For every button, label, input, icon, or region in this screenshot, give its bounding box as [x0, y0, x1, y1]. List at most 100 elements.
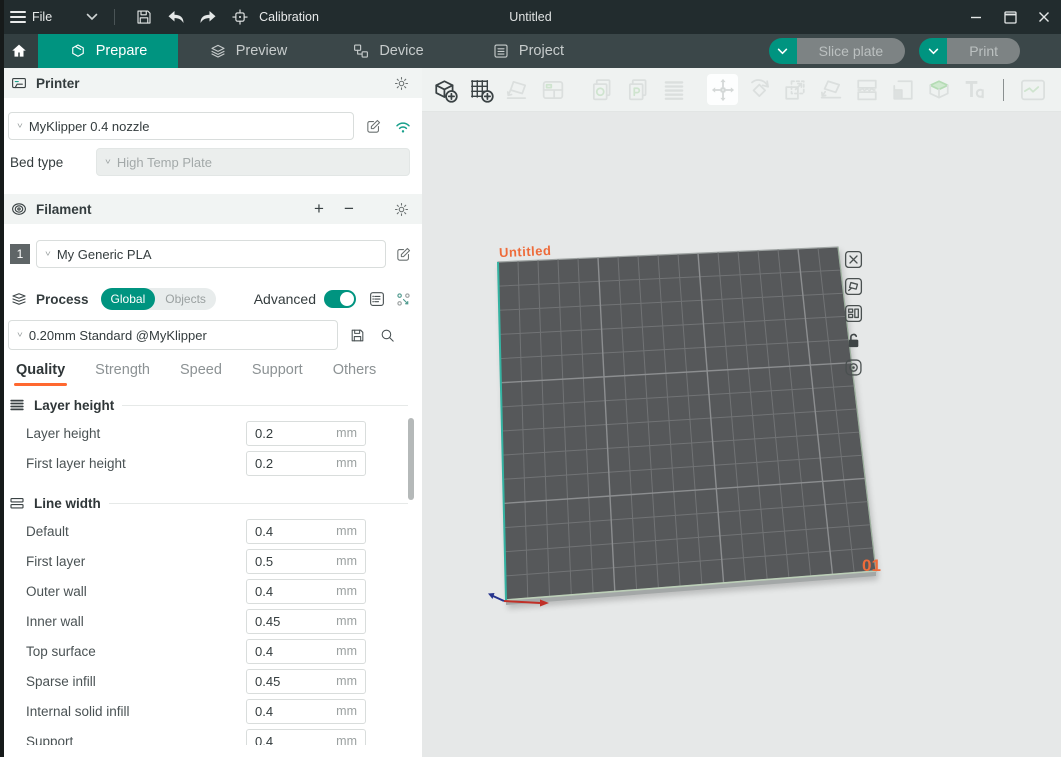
advanced-toggle[interactable]	[324, 290, 356, 308]
menu-icon[interactable]	[10, 11, 26, 23]
setting-row-inner-wall: Inner wall 0.45 mm	[0, 606, 422, 636]
delete-plate-button[interactable]	[843, 249, 864, 270]
file-menu[interactable]: File	[32, 10, 52, 24]
move-tool-button[interactable]	[707, 74, 738, 105]
tab-strength[interactable]: Strength	[95, 362, 150, 386]
filament-settings-button[interactable]	[390, 198, 412, 220]
arrange-button[interactable]	[537, 74, 568, 105]
setting-row-sparse-infill: Sparse infill 0.45 mm	[0, 666, 422, 696]
orient-plate-button[interactable]	[843, 276, 864, 297]
support-line-width-input[interactable]: 0.4 mm	[246, 729, 366, 746]
save-button[interactable]	[131, 4, 157, 30]
slice-plate-split-button: Slice plate	[769, 38, 906, 64]
seam-painting-button[interactable]	[1017, 74, 1048, 105]
rotate-tool-button[interactable]	[743, 74, 774, 105]
printer-section-header: Printer	[0, 68, 422, 98]
edit-filament-button[interactable]	[392, 243, 414, 265]
home-icon	[10, 42, 28, 60]
advanced-label: Advanced	[254, 291, 316, 307]
viewport-toolbar	[422, 68, 1061, 112]
close-button[interactable]	[1027, 0, 1061, 34]
print-button[interactable]: Print	[947, 38, 1020, 64]
edit-icon	[365, 118, 382, 135]
tab-speed[interactable]: Speed	[180, 362, 222, 386]
gear-icon	[393, 201, 410, 218]
search-settings-button[interactable]	[376, 324, 398, 346]
prepare-icon	[69, 42, 87, 60]
calibration-icon[interactable]	[227, 4, 253, 30]
undo-button[interactable]	[163, 4, 189, 30]
tab-prepare[interactable]: Prepare	[38, 34, 178, 68]
auto-orient-button[interactable]	[501, 74, 532, 105]
top-surface-line-width-input[interactable]: 0.4 mm	[246, 639, 366, 664]
print-split-button: Print	[919, 38, 1020, 64]
file-menu-chevron-icon[interactable]	[86, 13, 98, 21]
filament-icon	[10, 200, 28, 218]
text-tool-button[interactable]	[959, 74, 990, 105]
first-layer-line-width-input[interactable]: 0.5 mm	[246, 549, 366, 574]
outer-wall-line-width-input[interactable]: 0.4 mm	[246, 579, 366, 604]
3d-canvas[interactable]: Untitled 01	[422, 112, 1061, 757]
internal-solid-infill-line-width-input[interactable]: 0.4 mm	[246, 699, 366, 724]
tab-project[interactable]: Project	[458, 34, 598, 68]
printer-connection-button[interactable]	[392, 115, 414, 137]
printer-settings-button[interactable]	[390, 72, 412, 94]
tab-support[interactable]: Support	[252, 362, 303, 386]
lock-plate-button[interactable]	[843, 330, 864, 351]
line-width-icon	[8, 496, 26, 510]
home-button[interactable]	[0, 34, 38, 68]
plate-toolbar	[843, 249, 864, 378]
plate-settings-button[interactable]	[843, 357, 864, 378]
search-icon	[379, 327, 396, 344]
scale-tool-button[interactable]	[779, 74, 810, 105]
bed-type-select[interactable]: ˅High Temp Plate	[96, 148, 410, 176]
redo-button[interactable]	[195, 4, 221, 30]
edit-printer-button[interactable]	[362, 115, 384, 137]
print-dropdown-button[interactable]	[919, 38, 947, 64]
sparse-infill-line-width-input[interactable]: 0.45 mm	[246, 669, 366, 694]
paint-support-button[interactable]	[923, 74, 954, 105]
default-line-width-input[interactable]: 0.4 mm	[246, 519, 366, 544]
compare-params-button[interactable]	[392, 288, 414, 310]
setting-row-outer-wall: Outer wall 0.4 mm	[0, 576, 422, 606]
variable-layer-height-button[interactable]	[887, 74, 918, 105]
copy-button[interactable]	[586, 74, 617, 105]
parameter-list-button[interactable]	[366, 288, 388, 310]
scope-objects-option[interactable]: Objects	[155, 288, 216, 310]
printer-preset-select[interactable]: ˅MyKlipper 0.4 nozzle	[8, 112, 354, 140]
minimize-button[interactable]	[959, 0, 993, 34]
plate-name-label[interactable]: Untitled	[499, 243, 552, 260]
maximize-button[interactable]	[993, 0, 1027, 34]
build-plate	[498, 247, 876, 600]
cut-tool-button[interactable]	[851, 74, 882, 105]
tab-device[interactable]: Device	[318, 34, 458, 68]
arrange-plate-button[interactable]	[843, 303, 864, 324]
list-icon	[368, 290, 386, 308]
layer-height-input[interactable]: 0.2 mm	[246, 421, 366, 446]
save-preset-button[interactable]	[346, 324, 368, 346]
scope-global-option[interactable]: Global	[101, 288, 156, 310]
filament-slot-badge[interactable]: 1	[10, 244, 30, 264]
slice-dropdown-button[interactable]	[769, 38, 797, 64]
panel-scrollbar[interactable]	[408, 418, 414, 500]
calibration-label[interactable]: Calibration	[259, 10, 319, 24]
process-preset-select[interactable]: ˅0.20mm Standard @MyKlipper	[8, 320, 338, 350]
add-object-button[interactable]	[429, 74, 460, 105]
remove-filament-button[interactable]: −	[338, 199, 360, 219]
line-width-group-header: Line width	[0, 490, 422, 516]
slice-plate-button[interactable]: Slice plate	[797, 38, 906, 64]
tab-others[interactable]: Others	[333, 362, 377, 386]
assembly-view-button[interactable]	[658, 74, 689, 105]
chevron-down-icon	[777, 48, 788, 55]
settings-panel: Printer ˅MyKlipper 0.4 nozzle Bed type	[0, 68, 422, 757]
inner-wall-line-width-input[interactable]: 0.45 mm	[246, 609, 366, 634]
first-layer-height-input[interactable]: 0.2 mm	[246, 451, 366, 476]
lay-on-face-button[interactable]	[815, 74, 846, 105]
filament-preset-select[interactable]: ˅My Generic PLA	[36, 240, 386, 268]
tab-preview[interactable]: Preview	[178, 34, 318, 68]
add-plate-button[interactable]	[465, 74, 496, 105]
add-filament-button[interactable]: +	[308, 199, 330, 219]
tab-quality[interactable]: Quality	[16, 362, 65, 386]
setting-row-support: Support 0.4 mm	[0, 726, 422, 745]
paste-button[interactable]	[622, 74, 653, 105]
